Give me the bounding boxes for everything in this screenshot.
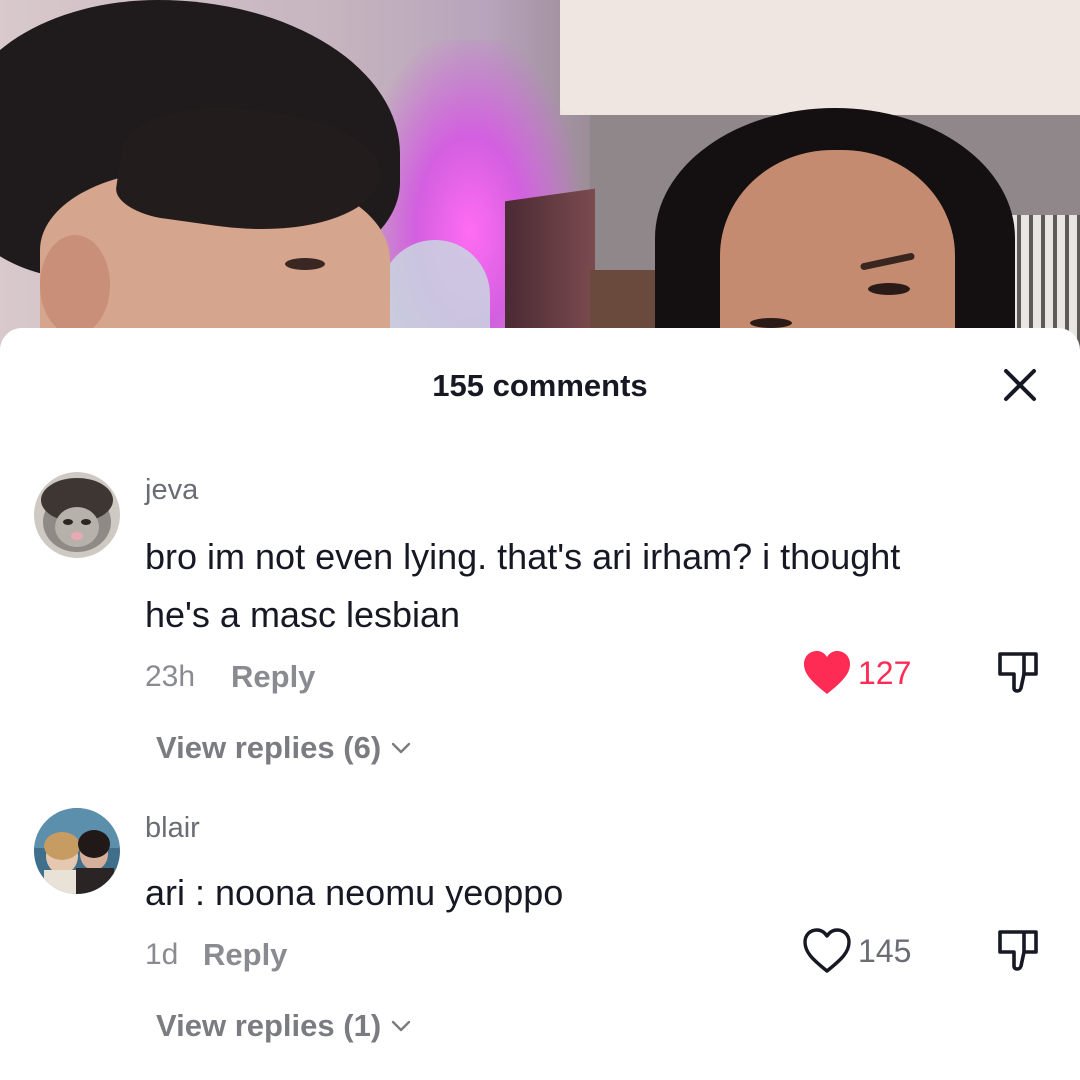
avatar[interactable] <box>34 808 120 894</box>
comment-timestamp: 1d <box>145 938 179 971</box>
close-button[interactable] <box>996 361 1044 409</box>
view-replies-label: View replies (6) <box>156 730 382 765</box>
reply-button[interactable]: Reply <box>203 937 287 973</box>
video-ceiling <box>560 0 1080 115</box>
video-person-right-eye-right <box>868 283 910 295</box>
dislike-button[interactable] <box>994 648 1042 696</box>
like-button[interactable]: 145 <box>802 926 911 976</box>
comments-count-title: 155 comments <box>432 368 648 403</box>
thumbs-down-icon <box>998 930 1038 971</box>
heart-filled-icon <box>804 651 850 694</box>
video-background <box>0 0 1080 360</box>
like-count: 127 <box>858 654 912 691</box>
comment-text: ari : noona neomu yeoppo <box>145 864 1025 922</box>
close-icon <box>1004 369 1036 401</box>
comment-timestamp: 23h <box>145 660 196 693</box>
photo-avatar-icon <box>34 808 120 894</box>
video-person-left-eye <box>285 258 325 270</box>
comment-text-line: ari : noona neomu yeoppo <box>145 872 564 913</box>
like-count: 145 <box>858 932 912 969</box>
comment-text-line: bro im not even lying. that's ari irham?… <box>145 536 901 577</box>
dislike-button[interactable] <box>994 926 1042 974</box>
like-button[interactable]: 127 <box>802 648 911 698</box>
video-person-right-eye-left <box>750 318 792 328</box>
comment-username[interactable]: jeva <box>145 474 198 507</box>
view-replies-label: View replies (1) <box>156 1008 382 1043</box>
chevron-down-icon <box>391 742 411 754</box>
view-replies-button[interactable]: View replies (6) <box>156 730 411 766</box>
thumbs-down-icon <box>998 652 1038 693</box>
comment-username[interactable]: blair <box>145 812 200 845</box>
chevron-down-icon <box>391 1020 411 1032</box>
comment-text: bro im not even lying. that's ari irham?… <box>145 528 1025 644</box>
comment-text-line: he's a masc lesbian <box>145 594 461 635</box>
reply-button[interactable]: Reply <box>231 659 315 695</box>
cat-avatar-icon <box>34 472 120 558</box>
heart-outline-icon <box>803 928 851 973</box>
avatar[interactable] <box>34 472 120 558</box>
video-person-left-ear <box>40 235 110 335</box>
comments-sheet: 155 comments jeva bro im not even lying.… <box>0 328 1080 1080</box>
view-replies-button[interactable]: View replies (1) <box>156 1008 411 1044</box>
